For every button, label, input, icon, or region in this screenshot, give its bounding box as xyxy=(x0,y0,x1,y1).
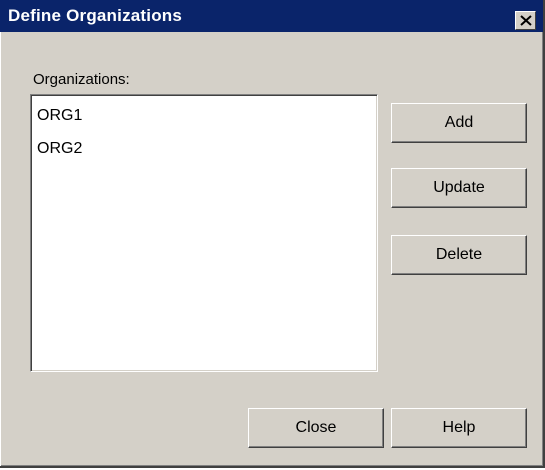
close-window-button[interactable] xyxy=(515,11,536,30)
define-organizations-dialog: Define Organizations Organizations: ORG1… xyxy=(0,0,545,468)
list-item[interactable]: ORG2 xyxy=(37,139,82,159)
window-title: Define Organizations xyxy=(8,6,183,25)
close-icon xyxy=(520,15,532,26)
add-button[interactable]: Add xyxy=(391,103,527,143)
organizations-label: Organizations: xyxy=(33,71,130,88)
list-item[interactable]: ORG1 xyxy=(37,106,82,126)
close-button[interactable]: Close xyxy=(248,408,384,448)
title-bar[interactable]: Define Organizations xyxy=(0,0,543,32)
help-button[interactable]: Help xyxy=(391,408,527,448)
organizations-list[interactable]: ORG1 ORG2 xyxy=(30,94,378,372)
delete-button[interactable]: Delete xyxy=(391,235,527,275)
update-button[interactable]: Update xyxy=(391,168,527,208)
